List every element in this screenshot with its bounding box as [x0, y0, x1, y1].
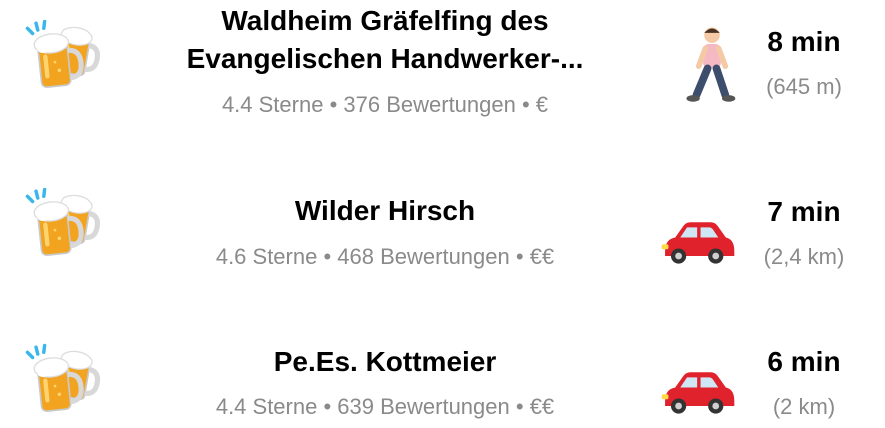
travel-time: 6 min — [767, 346, 841, 377]
separator: • — [317, 244, 338, 269]
result-title: Wilder Hirsch — [294, 195, 476, 226]
beer-mugs-icon — [24, 342, 110, 428]
result-meta: 4.4 Sterne • 639 Bewertungen • €€ — [130, 394, 640, 420]
car-icon — [661, 372, 735, 414]
result-title: Pe.Es. Kottmeier — [273, 346, 497, 377]
price-level: €€ — [529, 394, 555, 419]
travel-distance: (2 km) — [772, 394, 836, 419]
separator: • — [317, 394, 338, 419]
reviews-text: 639 Bewertungen — [337, 394, 510, 419]
car-icon — [661, 222, 735, 264]
travel-time: 7 min — [767, 196, 841, 227]
travel-distance: (2,4 km) — [763, 244, 845, 269]
reviews-text: 468 Bewertungen — [337, 244, 510, 269]
rating-text: 4.6 Sterne — [215, 244, 318, 269]
separator: • — [509, 394, 530, 419]
price-level: €€ — [529, 244, 555, 269]
rating-text: 4.4 Sterne — [215, 394, 318, 419]
result-meta: 4.6 Sterne • 468 Bewertungen • €€ — [130, 244, 640, 270]
separator: • — [509, 244, 530, 269]
beer-mugs-icon — [24, 186, 110, 272]
result-item-kottmeier[interactable]: Pe.Es. Kottmeier 4.4 Sterne • 639 Bewert… — [0, 0, 885, 419]
